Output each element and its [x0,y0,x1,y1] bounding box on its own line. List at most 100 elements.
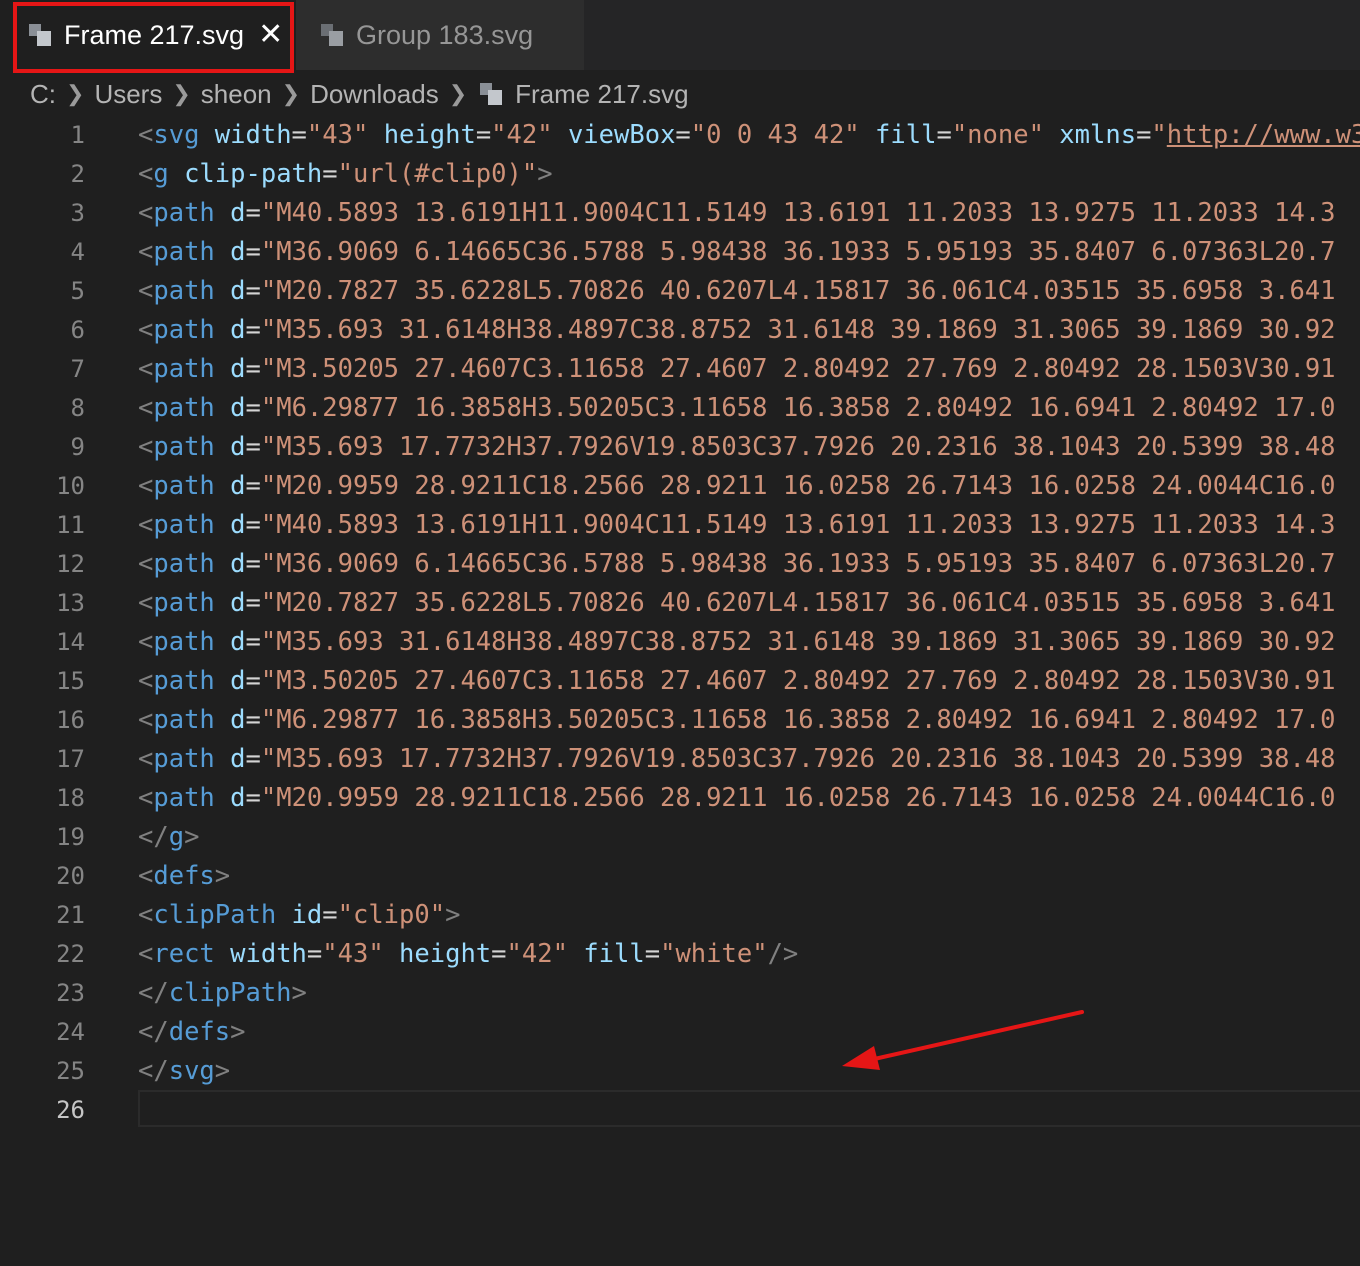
code-line[interactable]: 8 <path d="M6.29877 16.3858H3.50205C3.116… [0,389,1360,428]
close-icon[interactable]: ✕ [258,20,283,50]
breadcrumb-item-users[interactable]: Users [94,79,162,110]
code-line[interactable]: 7 <path d="M3.50205 27.4607C3.11658 27.46… [0,350,1360,389]
code-string: "M20.7827 35.6228L5.70826 40.6207L4.1581… [260,588,1336,618]
code-line[interactable]: 5 <path d="M20.7827 35.6228L5.70826 40.62… [0,272,1360,311]
code-string: "white" [660,939,768,969]
code-tag: path [153,510,215,540]
code-line[interactable]: 19 </g> [0,818,1360,857]
breadcrumb-item-sheon[interactable]: sheon [201,79,272,110]
code-attribute: clip-path [184,159,323,189]
code-attribute: fill [875,120,937,150]
breadcrumb-item-downloads[interactable]: Downloads [310,79,439,110]
code-punctuation: < [138,159,154,189]
code-tag: path [153,666,215,696]
code-attribute: height [383,120,476,150]
code-line[interactable]: 14 <path d="M35.693 31.6148H38.4897C38.87… [0,623,1360,662]
code-tag: path [153,237,215,267]
code-string: "M40.5893 13.6191H11.9004C11.5149 13.619… [260,198,1336,228]
code-line[interactable]: 16 <path d="M6.29877 16.3858H3.50205C3.11… [0,701,1360,740]
code-tag: clipPath [153,900,277,930]
code-attribute: id [291,900,323,930]
code-equals: = [245,198,261,228]
code-string: "M36.9069 6.14665C36.5788 5.98438 36.193… [260,237,1336,267]
code-text: <path d="M35.693 31.6148H38.4897C38.8752… [138,623,1336,662]
code-punctuation: < [138,315,154,345]
code-line[interactable]: 26 [0,1091,1360,1130]
code-line[interactable]: 11 <path d="M40.5893 13.6191H11.9004C11.5… [0,506,1360,545]
code-line[interactable]: 9 <path d="M35.693 17.7732H37.7926V19.850… [0,428,1360,467]
code-line[interactable]: 24 </defs> [0,1013,1360,1052]
code-attribute: d [230,354,246,384]
code-line[interactable]: 10 <path d="M20.9959 28.9211C18.2566 28.9… [0,467,1360,506]
code-punctuation: > [291,978,307,1008]
code-punctuation: > [230,1017,246,1047]
code-punctuation: < [138,510,154,540]
breadcrumb: C: ❯ Users ❯ sheon ❯ Downloads ❯ Frame 2… [0,70,1360,118]
code-text: <defs> [138,857,230,896]
code-editor[interactable]: 1 <svg width="43" height="42" viewBox="0 … [0,116,1360,1266]
code-line[interactable]: 20 <defs> [0,857,1360,896]
code-line[interactable]: 18 <path d="M20.9959 28.9211C18.2566 28.9… [0,779,1360,818]
code-equals: = [245,315,261,345]
code-attribute: d [230,588,246,618]
code-punctuation: > [214,1056,231,1086]
code-line[interactable]: 23 </clipPath> [0,974,1360,1013]
code-editor-window: Frame 217.svg ✕ Group 183.svg C: ❯ Users… [0,0,1360,1266]
code-attribute: width [214,120,292,150]
code-attribute: d [230,549,246,579]
code-equals: = [322,159,338,189]
code-tag: path [153,705,215,735]
code-text: <path d="M3.50205 27.4607C3.11658 27.460… [138,350,1336,389]
code-punctuation: </ [138,1056,169,1086]
code-line[interactable]: 21 <clipPath id="clip0"> [0,896,1360,935]
code-tag: path [153,549,215,579]
code-line[interactable]: 15 <path d="M3.50205 27.4607C3.11658 27.4… [0,662,1360,701]
code-equals: = [245,393,261,423]
breadcrumb-item-file[interactable]: Frame 217.svg [477,78,689,110]
code-link[interactable]: http://www.w3.org/2000/svg [1167,120,1360,150]
code-line[interactable]: 17 <path d="M35.693 17.7732H37.7926V19.85… [0,740,1360,779]
code-string: "M6.29877 16.3858H3.50205C3.11658 16.385… [260,393,1336,423]
code-punctuation: > [184,822,200,852]
code-line[interactable]: 22 <rect width="43" height="42" fill="whi… [0,935,1360,974]
code-tag: rect [153,939,215,969]
code-tag: defs [153,861,215,891]
code-text: <path d="M20.7827 35.6228L5.70826 40.620… [138,584,1336,623]
code-line[interactable]: 12 <path d="M36.9069 6.14665C36.5788 5.98… [0,545,1360,584]
line-number: 19 [56,823,85,851]
code-equals: = [245,510,261,540]
code-equals: = [1136,120,1152,150]
code-line[interactable]: 1 <svg width="43" height="42" viewBox="0 … [0,116,1360,155]
code-punctuation: < [138,198,154,228]
code-line[interactable]: 13 <path d="M20.7827 35.6228L5.70826 40.6… [0,584,1360,623]
tab-frame-217[interactable]: Frame 217.svg ✕ [0,0,296,70]
code-line[interactable]: 2 <g clip-path="url(#clip0)"> [0,155,1360,194]
code-string: "M40.5893 13.6191H11.9004C11.5149 13.619… [260,510,1336,540]
code-text: <path d="M20.9959 28.9211C18.2566 28.921… [138,467,1336,506]
code-line[interactable]: 4 <path d="M36.9069 6.14665C36.5788 5.984… [0,233,1360,272]
code-text: <path d="M35.693 17.7732H37.7926V19.8503… [138,428,1336,467]
code-tag: path [153,315,215,345]
breadcrumb-item-drive[interactable]: C: [30,79,56,110]
tab-group-183[interactable]: Group 183.svg [296,0,584,70]
line-number: 11 [56,511,85,539]
code-tag: path [153,393,215,423]
code-tag: path [153,471,215,501]
svg-file-icon [321,24,343,46]
breadcrumb-file-label: Frame 217.svg [515,78,689,109]
code-punctuation: < [138,783,154,813]
code-line[interactable]: 25 </svg> [0,1052,1360,1091]
code-text: <path d="M3.50205 27.4607C3.11658 27.460… [138,662,1336,701]
code-punctuation: < [138,900,154,930]
code-punctuation: < [138,744,154,774]
code-line[interactable]: 6 <path d="M35.693 31.6148H38.4897C38.875… [0,311,1360,350]
code-line[interactable]: 3 <path d="M40.5893 13.6191H11.9004C11.51… [0,194,1360,233]
